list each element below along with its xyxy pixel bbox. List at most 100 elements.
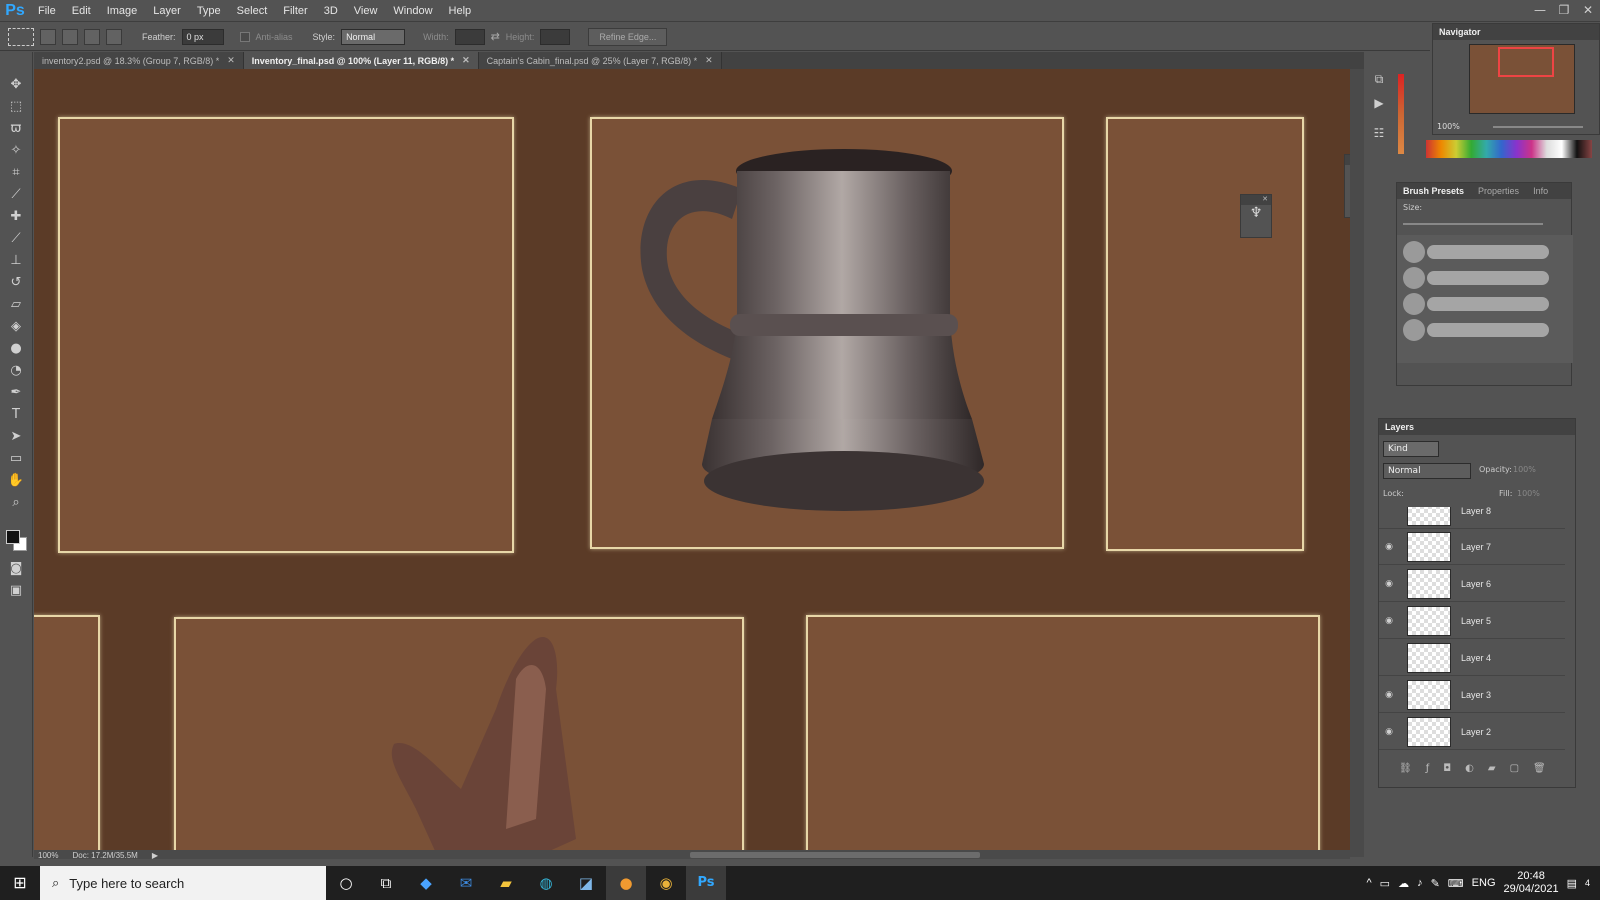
layer-row[interactable]: ◉ Layer 3 [1379, 677, 1565, 713]
app-icon-blue[interactable]: ◆ [406, 866, 446, 900]
blur-tool-icon[interactable]: ● [6, 340, 26, 358]
tab-brush-presets[interactable]: Brush Presets [1403, 186, 1464, 196]
edge-icon[interactable]: ◍ [526, 866, 566, 900]
tab-inventory-final[interactable]: Inventory_final.psd @ 100% (Layer 11, RG… [243, 52, 479, 69]
eye-icon[interactable]: ◉ [1379, 727, 1399, 737]
adjustments-icon[interactable]: ☷ [1368, 126, 1390, 140]
cortana-icon[interactable]: ○ [326, 866, 366, 900]
brush-preset-stroke[interactable] [1427, 271, 1549, 285]
navigator-zoom-slider[interactable] [1493, 126, 1583, 128]
menu-type[interactable]: Type [189, 5, 229, 17]
mask-icon[interactable]: ◘ [1443, 763, 1451, 774]
history-icon[interactable]: ⧉ [1368, 72, 1390, 87]
opacity-value[interactable]: 100% [1513, 465, 1536, 474]
zoom-tool-icon[interactable]: ⌕ [6, 494, 26, 512]
swap-icon[interactable]: ⇄ [491, 30, 500, 43]
folder-icon[interactable]: ▰ [1488, 763, 1496, 774]
brush-tool-icon[interactable]: ⟋ [6, 230, 26, 248]
feather-input[interactable]: 0 px [181, 28, 224, 45]
tab-captains-cabin[interactable]: Captain's Cabin_final.psd @ 25% (Layer 7… [478, 52, 722, 69]
chrome-icon[interactable]: ◉ [646, 866, 686, 900]
height-input[interactable] [540, 28, 571, 45]
windows-start-icon[interactable]: ⊞ [0, 866, 40, 900]
vertical-scrollbar[interactable] [1350, 69, 1364, 857]
fx-icon[interactable]: ƒ [1426, 763, 1430, 774]
clock[interactable]: 20:48 29/04/2021 [1504, 870, 1559, 896]
style-select[interactable]: Normal [341, 28, 406, 45]
eye-icon[interactable]: ◉ [1379, 690, 1399, 700]
brush-preset-dot[interactable] [1403, 319, 1425, 341]
task-view-icon[interactable]: ⧉ [366, 866, 406, 900]
zoom-level[interactable]: 100% [38, 851, 58, 860]
screen-mode-icon[interactable]: ▣ [6, 582, 26, 600]
layer-row[interactable]: Layer 4 [1379, 640, 1565, 676]
brush-preset-stroke[interactable] [1427, 297, 1549, 311]
close-panel-icon[interactable]: ✕ [1241, 195, 1271, 205]
close-tab-icon[interactable]: ✕ [227, 55, 235, 66]
eraser-tool-icon[interactable]: ▱ [6, 296, 26, 314]
layer-row[interactable]: ◉ Layer 5 [1379, 603, 1565, 639]
photoshop-taskbar-icon[interactable]: Ps [686, 866, 726, 900]
menu-3d[interactable]: 3D [316, 5, 346, 17]
eye-icon[interactable]: ◉ [1379, 542, 1399, 552]
antialias-checkbox[interactable] [239, 31, 250, 42]
swatches[interactable] [1426, 140, 1592, 158]
brush-preset-dot[interactable] [1403, 267, 1425, 289]
marquee-tool-icon[interactable]: ⬚ [6, 98, 26, 116]
crop-tool-icon[interactable]: ⌗ [6, 164, 26, 182]
subtract-selection-icon[interactable] [84, 28, 100, 45]
path-selection-tool-icon[interactable]: ➤ [6, 428, 26, 446]
trash-icon[interactable]: 🗑 [1533, 763, 1546, 774]
blend-mode-select[interactable]: Normal [1383, 463, 1471, 479]
app-icon-orange[interactable]: ● [606, 866, 646, 900]
menu-select[interactable]: Select [229, 5, 276, 17]
fill-value[interactable]: 100% [1517, 489, 1540, 498]
marquee-tool-preset-icon[interactable] [8, 27, 34, 46]
new-layer-icon[interactable]: ▢ [1510, 763, 1519, 774]
layers-title[interactable]: Layers [1385, 422, 1414, 432]
menu-view[interactable]: View [346, 5, 386, 17]
puppet-warp-icon[interactable]: ♆ [1241, 205, 1271, 221]
history-brush-tool-icon[interactable]: ↺ [6, 274, 26, 292]
navigator-title[interactable]: Navigator [1439, 27, 1481, 37]
app-icon-folder[interactable]: ◪ [566, 866, 606, 900]
adjustment-layer-icon[interactable]: ◐ [1465, 763, 1474, 774]
menu-filter[interactable]: Filter [275, 5, 315, 17]
add-selection-icon[interactable] [62, 28, 78, 45]
refine-edge-button[interactable]: Refine Edge... [588, 27, 668, 46]
mail-icon[interactable]: ✉ [446, 866, 486, 900]
close-tab-icon[interactable]: ✕ [462, 55, 470, 66]
rectangle-tool-icon[interactable]: ▭ [6, 450, 26, 468]
status-menu-icon[interactable]: ▶ [152, 851, 158, 860]
hand-tool-icon[interactable]: ✋ [6, 472, 26, 490]
new-selection-icon[interactable] [40, 28, 56, 45]
navigator-view-box[interactable] [1498, 47, 1554, 77]
battery-icon[interactable]: ▭ [1380, 877, 1390, 890]
brush-preset-dot[interactable] [1403, 293, 1425, 315]
menu-window[interactable]: Window [385, 5, 440, 17]
layers-list[interactable]: Layer 8 ◉ Layer 7 ◉ Layer 6 ◉ Layer 5 La… [1379, 507, 1577, 753]
clone-stamp-tool-icon[interactable]: ⊥ [6, 252, 26, 270]
magic-wand-tool-icon[interactable]: ✧ [6, 142, 26, 160]
pen-icon[interactable]: ✎ [1431, 877, 1440, 890]
volume-icon[interactable]: ♪ [1417, 877, 1423, 889]
language-indicator[interactable]: ENG [1472, 877, 1496, 889]
paint-bucket-tool-icon[interactable]: ◈ [6, 318, 26, 336]
quick-mask-icon[interactable]: ◙ [6, 560, 26, 578]
menu-image[interactable]: Image [99, 5, 146, 17]
horizontal-scroll-thumb[interactable] [690, 852, 980, 858]
menu-help[interactable]: Help [441, 5, 480, 17]
file-explorer-icon[interactable]: ▰ [486, 866, 526, 900]
actions-icon[interactable]: ▶ [1368, 96, 1390, 110]
keyboard-icon[interactable]: ⌨ [1448, 877, 1464, 890]
move-tool-icon[interactable]: ✥ [6, 76, 26, 94]
eye-icon[interactable]: ◉ [1379, 616, 1399, 626]
layer-row[interactable]: ◉ Layer 2 [1379, 714, 1565, 750]
close-button[interactable]: ✕ [1576, 0, 1600, 22]
lasso-tool-icon[interactable]: ϖ [6, 120, 26, 138]
notification-icon[interactable]: ▤ [1567, 877, 1577, 890]
layer-row[interactable]: ◉ Layer 7 [1379, 529, 1565, 565]
foreground-color-swatch[interactable] [6, 530, 20, 544]
tab-inventory2[interactable]: inventory2.psd @ 18.3% (Group 7, RGB/8) … [34, 52, 244, 69]
eyedropper-tool-icon[interactable]: ⟋ [6, 186, 26, 204]
